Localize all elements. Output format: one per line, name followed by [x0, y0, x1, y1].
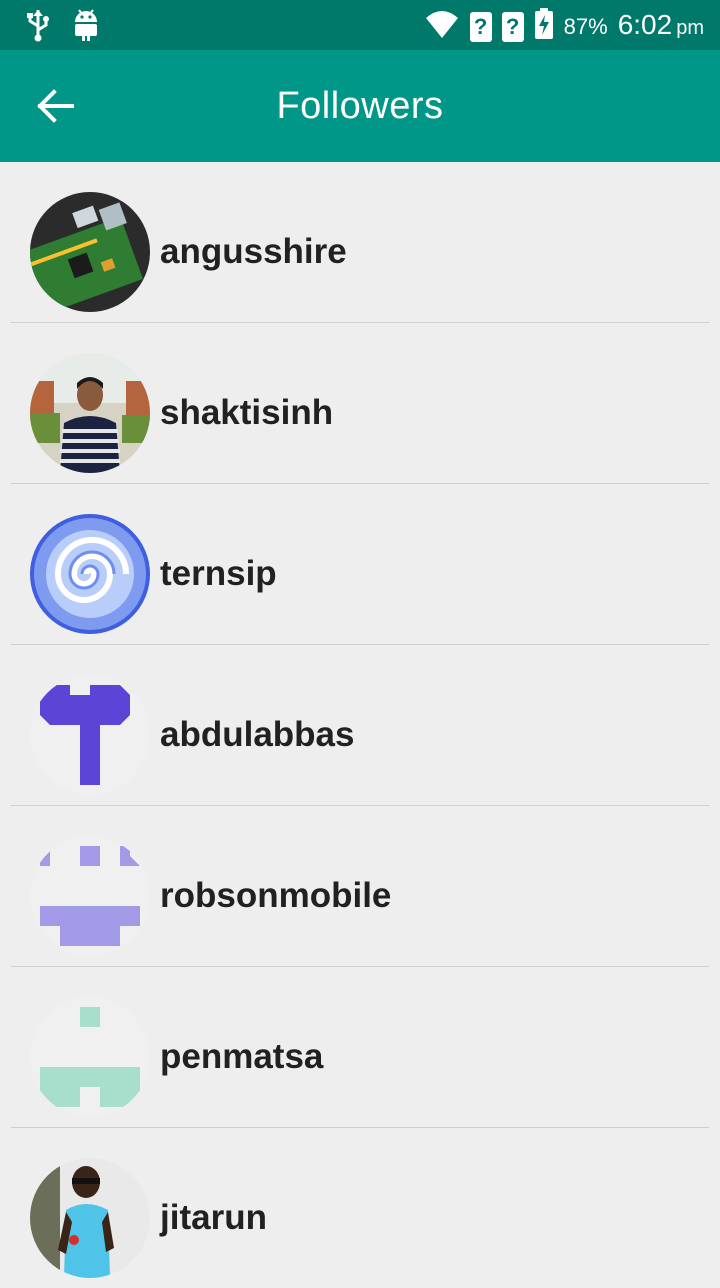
no-sim-icon-1: ? — [469, 11, 492, 42]
follower-username: penmatsa — [160, 1037, 324, 1076]
avatar — [30, 1158, 150, 1278]
follower-item-robsonmobile[interactable]: robsonmobile — [11, 806, 709, 967]
system-indicators: ? ? 87% 6:02 pm — [424, 8, 704, 45]
avatar — [30, 192, 150, 312]
no-sim-icon-2: ? — [501, 11, 524, 42]
clock-ampm: pm — [676, 17, 704, 39]
android-debug-icon — [72, 8, 100, 47]
page-title: Followers — [276, 85, 444, 127]
follower-username: angusshire — [160, 232, 347, 271]
battery-charging-icon — [534, 8, 554, 45]
follower-item-ternsip[interactable]: ternsip — [11, 484, 709, 645]
notification-icons — [24, 8, 100, 47]
follower-item-angusshire[interactable]: angusshire — [11, 162, 709, 323]
follower-item-jitarun[interactable]: jitarun — [11, 1128, 709, 1288]
status-bar: ? ? 87% 6:02 pm — [0, 0, 720, 50]
clock-time: 6:02 — [617, 9, 673, 40]
follower-item-penmatsa[interactable]: penmatsa — [11, 967, 709, 1128]
follower-item-abdulabbas[interactable]: abdulabbas — [11, 645, 709, 806]
avatar — [30, 353, 150, 473]
follower-username: abdulabbas — [160, 715, 355, 754]
follower-username: shaktisinh — [160, 393, 334, 432]
avatar — [30, 836, 150, 956]
follower-username: jitarun — [160, 1198, 267, 1237]
clock: 6:02 pm — [618, 8, 704, 45]
usb-icon — [24, 8, 52, 47]
follower-username: robsonmobile — [160, 876, 392, 915]
follower-username: ternsip — [160, 554, 277, 593]
battery-percent: 87% — [563, 13, 608, 39]
app-bar: Followers — [0, 50, 720, 162]
avatar — [30, 675, 150, 795]
followers-list: angusshire shaktisinh ternsip abdulabbas… — [0, 162, 720, 1288]
avatar — [30, 997, 150, 1117]
avatar — [30, 514, 150, 634]
wifi-icon — [424, 8, 460, 45]
follower-item-shaktisinh[interactable]: shaktisinh — [11, 323, 709, 484]
